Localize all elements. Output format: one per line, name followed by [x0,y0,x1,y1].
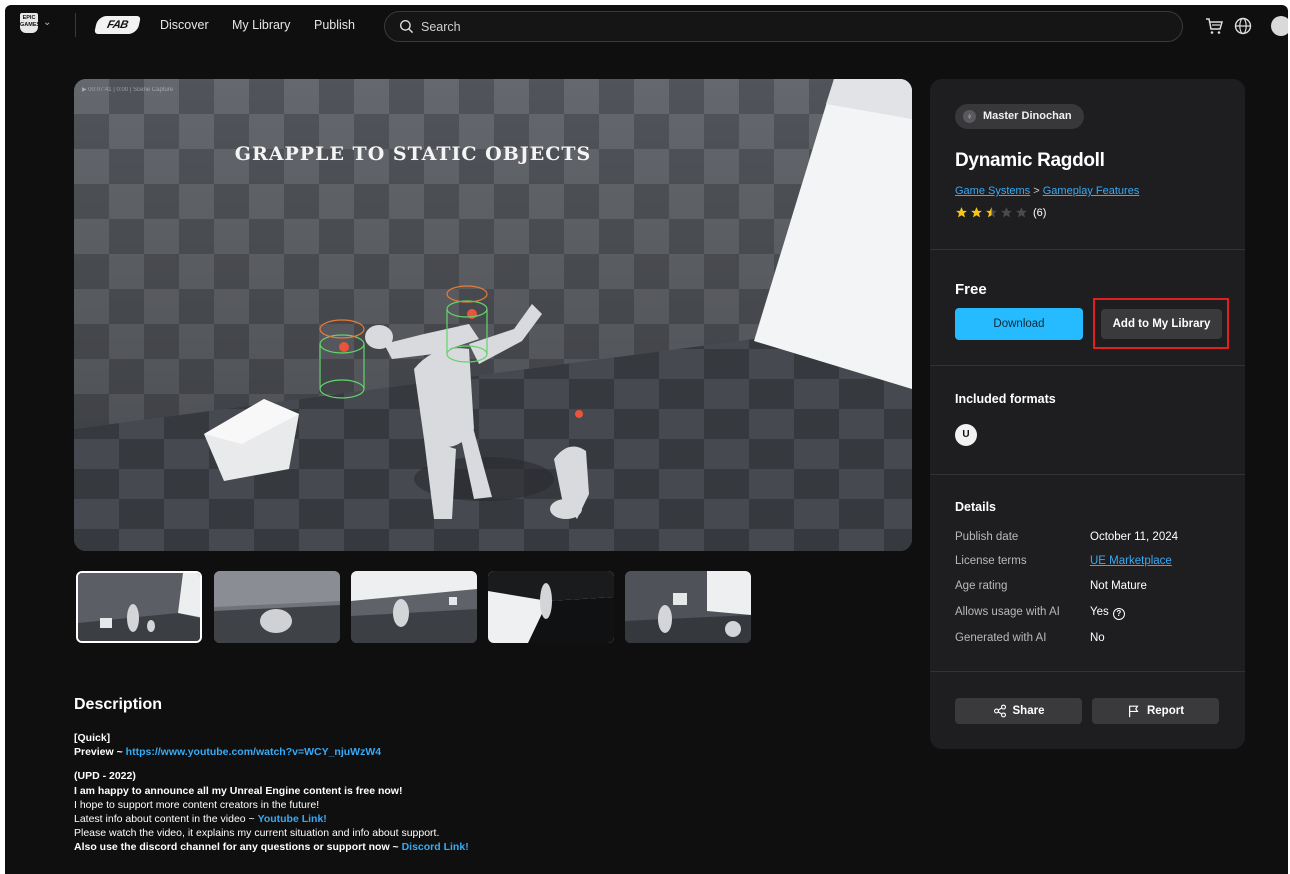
epic-games-logo[interactable]: EPIC GAMES [20,13,40,33]
share-label: Share [1012,705,1045,717]
breadcrumb-category[interactable]: Game Systems [955,185,1030,197]
product-title: Dynamic Ragdoll [955,150,1105,171]
star-half-icon [986,207,997,218]
preview-prefix: Preview ~ [74,746,126,759]
creator-name: Master Dinochan [983,110,1072,122]
product-panel: ♀ Master Dinochan Dynamic Ragdoll Game S… [930,79,1245,749]
breadcrumb: Game Systems > Gameplay Features [955,185,1139,197]
license-link[interactable]: UE Marketplace [1090,555,1172,567]
fab-logo[interactable]: FAB [94,16,141,34]
user-icon: ♀ [963,110,976,123]
search-placeholder: Search [421,19,461,34]
chevron-right-icon: > [1033,185,1043,197]
nav-publish[interactable]: Publish [314,18,355,32]
detail-value: October 11, 2024 [1090,531,1179,543]
add-to-library-button[interactable]: Add to My Library [1101,309,1222,339]
report-button[interactable]: Report [1092,698,1219,724]
detail-value: Yes? [1090,606,1125,620]
detail-value: Not Mature [1090,580,1147,592]
description-title: Description [74,696,163,713]
nav-divider [75,13,76,37]
avatar[interactable] [1271,16,1288,36]
thumbnail-image [214,571,340,643]
highlight-box: Add to My Library [1093,298,1229,349]
search-input[interactable]: Search [384,11,1183,42]
line3-prefix: Latest info about content in the video ~ [74,813,258,826]
description-line-4: Please watch the video, it explains my c… [74,827,440,840]
divider [930,474,1245,475]
thumbnail-image [625,571,751,643]
description-line-2: I hope to support more content creators … [74,798,320,811]
thumbnail-image [351,571,477,643]
thumbnail-image [78,573,200,641]
preview-line: Preview ~ https://www.youtube.com/watch?… [74,745,894,759]
detail-label: Publish date [955,531,1019,543]
star-empty-icon [1016,207,1027,218]
hero-caption: ▶ 00:07:41 | 0:00 | Scene Capture [82,87,174,93]
globe-icon[interactable] [1233,16,1253,36]
youtube-link[interactable]: Youtube Link! [258,813,327,825]
breadcrumb-subcategory[interactable]: Gameplay Features [1043,185,1140,197]
nav-my-library[interactable]: My Library [232,18,290,32]
share-button[interactable]: Share [955,698,1082,724]
hero-overlay-title: GRAPPLE TO STATIC OBJECTS [234,143,592,165]
detail-label: Allows usage with AI [955,606,1060,618]
thumbnail-2[interactable] [214,571,340,643]
report-label: Report [1146,705,1185,717]
description-line-5: Also use the discord channel for any que… [74,840,894,854]
formats-title: Included formats [955,392,1056,406]
preview-link[interactable]: https://www.youtube.com/watch?v=WCY_njuW… [126,746,381,758]
search-icon [399,19,414,34]
detail-label: Age rating [955,580,1008,592]
star-full-icon [971,207,982,218]
detail-value: No [1090,632,1105,644]
description-body: [Quick] Preview ~ https://www.youtube.co… [74,731,894,855]
star-full-icon [956,207,967,218]
thumbnail-3[interactable] [351,571,477,643]
description-line-1: I am happy to announce all my Unreal Eng… [74,784,403,797]
quick-label: [Quick] [74,732,111,744]
thumbnail-5[interactable] [625,571,751,643]
top-nav-bar: EPIC GAMES ⌄ FAB Discover My Library Publ… [5,5,1288,47]
download-button[interactable]: Download [955,308,1083,340]
flag-icon [1128,705,1139,718]
divider [930,249,1245,250]
thumbnail-1[interactable] [76,571,202,643]
unreal-engine-icon: U [955,424,977,446]
description-line-3: Latest info about content in the video ~… [74,812,894,826]
thumbnail-4[interactable] [488,571,614,643]
detail-label: Generated with AI [955,632,1047,644]
star-rating[interactable]: (6) [955,206,1046,219]
share-icon [993,704,1006,718]
thumbnail-image [488,571,614,643]
nav-discover[interactable]: Discover [160,18,209,32]
divider [930,671,1245,672]
details-title: Details [955,500,996,514]
creator-badge[interactable]: ♀ Master Dinochan [955,104,1084,129]
ai-usage-value: Yes [1090,606,1109,618]
divider [930,365,1245,366]
line5-prefix: Also use the discord channel for any que… [74,841,402,854]
chevron-down-icon[interactable]: ⌄ [43,17,51,28]
help-icon[interactable]: ? [1112,608,1125,620]
detail-label: License terms [955,555,1027,567]
page-frame: EPIC GAMES ⌄ FAB Discover My Library Publ… [5,5,1288,874]
review-count: (6) [1033,206,1047,219]
star-empty-icon [1001,207,1012,218]
discord-link[interactable]: Discord Link! [402,841,469,853]
hero-media[interactable]: GRAPPLE TO STATIC OBJECTS ▶ 00:07:41 | 0… [74,79,912,551]
cart-icon[interactable] [1204,16,1224,36]
update-label: (UPD - 2022) [74,770,136,783]
price: Free [955,281,987,298]
